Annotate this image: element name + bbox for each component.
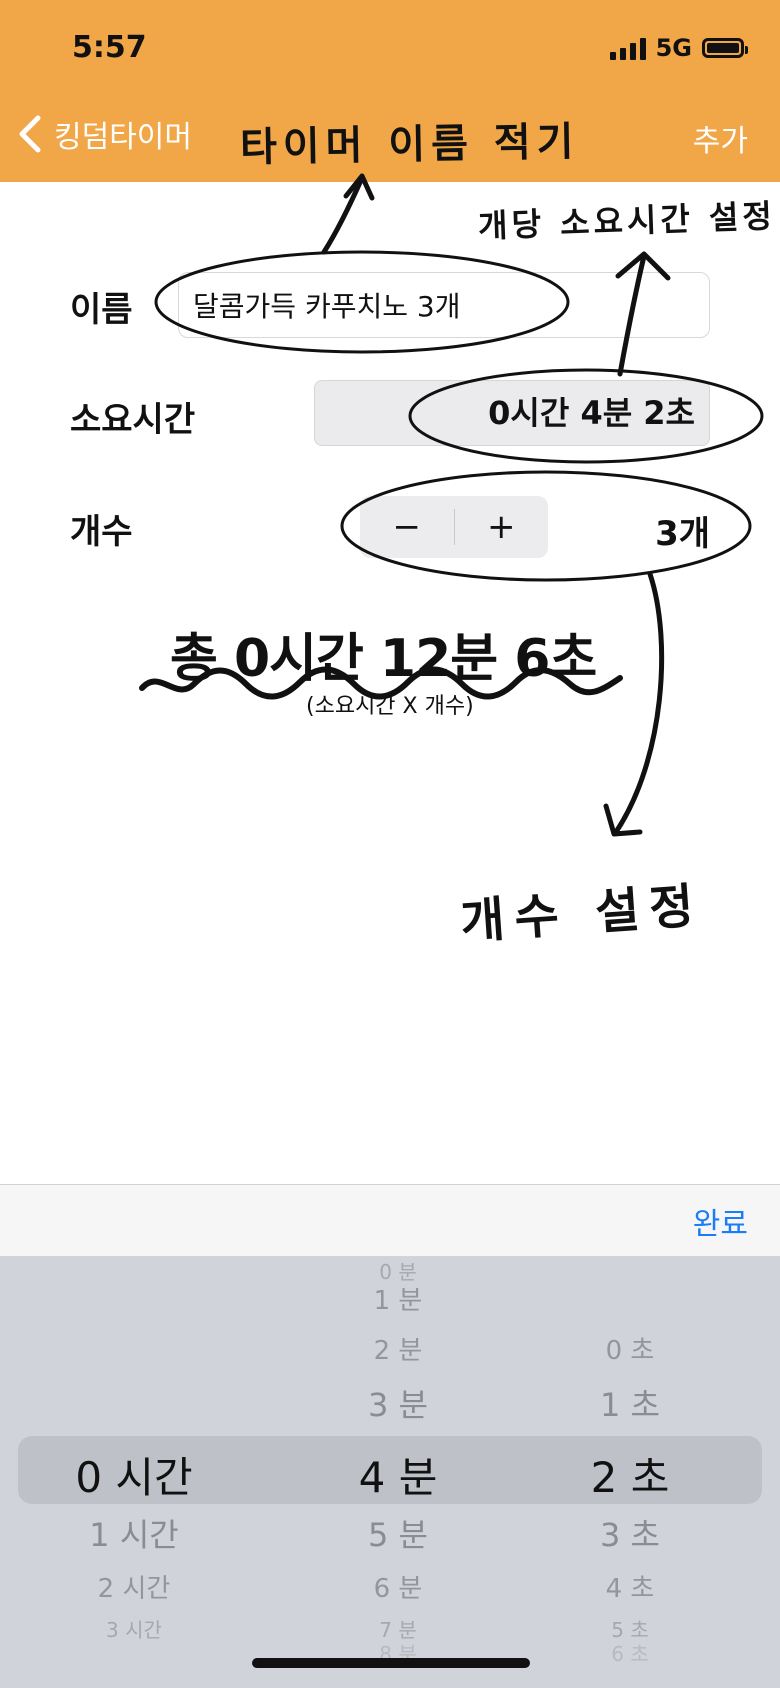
- back-button[interactable]: 킹덤타이머: [14, 112, 192, 156]
- picker-minute-option[interactable]: 3 분: [268, 1380, 528, 1426]
- signal-icon: [609, 36, 646, 60]
- picker-minute-option[interactable]: 1 분: [268, 1280, 528, 1317]
- done-button[interactable]: 완료: [693, 1199, 748, 1243]
- picker-second-option[interactable]: 6 초: [500, 1638, 760, 1667]
- picker-minute-option[interactable]: 4 분: [268, 1444, 528, 1505]
- duration-label: 소요시간: [70, 400, 196, 440]
- network-label: 5G: [655, 34, 692, 62]
- chevron-left-icon: [19, 115, 41, 153]
- total-duration: 총 0시간 12분 6초: [170, 629, 597, 689]
- duration-picker[interactable]: 0 시간 1 시간 2 시간 3 시간 0 분 1 분 2 분 3 분 4 분 …: [0, 1256, 780, 1688]
- picker-second-option[interactable]: 3 초: [500, 1510, 760, 1556]
- annotation-count-note: 개수 설정: [458, 877, 706, 951]
- name-input[interactable]: [178, 272, 710, 338]
- picker-hour-option[interactable]: 3 시간: [4, 1614, 264, 1643]
- plus-button[interactable]: +: [455, 507, 549, 547]
- picker-hour-option[interactable]: 0 시간: [4, 1444, 264, 1505]
- picker-second-option[interactable]: 2 초: [500, 1444, 760, 1505]
- arrow-to-title: [321, 175, 365, 255]
- count-label: 개수: [70, 512, 133, 552]
- picker-second-option[interactable]: 0 초: [500, 1330, 760, 1367]
- picker-hour-option[interactable]: 1 시간: [4, 1510, 264, 1556]
- home-indicator: [252, 1658, 530, 1668]
- annotation-title-note: 타이머 이름 적기: [239, 119, 580, 171]
- count-stepper[interactable]: − +: [360, 496, 548, 558]
- picker-toolbar: 완료: [0, 1184, 780, 1257]
- hours-column[interactable]: 0 시간 1 시간 2 시간 3 시간: [4, 1256, 264, 1688]
- picker-second-option[interactable]: 4 초: [500, 1568, 760, 1605]
- picker-minute-option[interactable]: 2 분: [268, 1330, 528, 1367]
- back-label: 킹덤타이머: [54, 120, 192, 155]
- minutes-column[interactable]: 0 분 1 분 2 분 3 분 4 분 5 분 6 분 7 분 8 분: [268, 1256, 528, 1688]
- picker-minute-option[interactable]: 5 분: [268, 1510, 528, 1556]
- name-label: 이름: [70, 290, 133, 330]
- battery-icon: [702, 38, 748, 58]
- picker-second-option[interactable]: 1 초: [500, 1380, 760, 1426]
- arrow-to-count-note: [613, 571, 665, 835]
- picker-hour-option[interactable]: 2 시간: [4, 1568, 264, 1605]
- status-time: 5:57: [72, 30, 147, 65]
- count-value: 3개: [655, 514, 710, 554]
- minus-button[interactable]: −: [360, 507, 454, 547]
- picker-minute-option[interactable]: 6 분: [268, 1568, 528, 1605]
- status-icons: 5G: [609, 34, 748, 62]
- duration-field[interactable]: 0시간 4분 2초: [314, 380, 710, 446]
- seconds-column[interactable]: 0 초 1 초 2 초 3 초 4 초 5 초 6 초: [500, 1256, 760, 1688]
- total-formula: (소요시간 X 개수): [306, 694, 474, 719]
- add-button[interactable]: 추가: [693, 116, 748, 160]
- annotation-per-item-note: 개당 소요시간 설정: [477, 196, 777, 246]
